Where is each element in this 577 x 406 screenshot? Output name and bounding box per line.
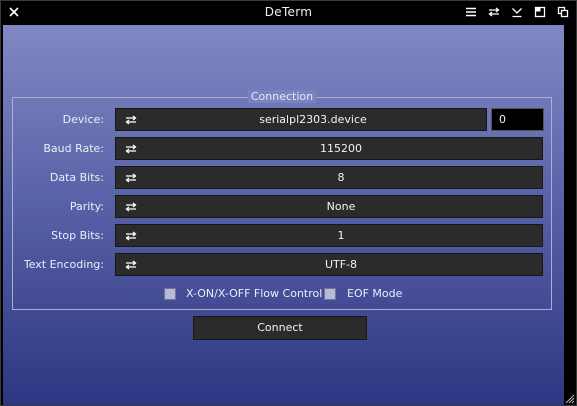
group-title: Connection xyxy=(247,90,317,103)
swap-icon xyxy=(125,144,137,154)
title-bar[interactable]: DeTerm xyxy=(1,1,576,24)
connect-button[interactable]: Connect xyxy=(193,316,367,340)
data-bits-label: Data Bits: xyxy=(49,171,104,184)
swap-icon xyxy=(125,260,137,270)
text-encoding-value: UTF-8 xyxy=(324,258,358,271)
eof-mode-label[interactable]: EOF Mode xyxy=(347,287,402,301)
device-select[interactable]: serialpl2303.device xyxy=(115,108,487,131)
xon-xoff-label[interactable]: X-ON/X-OFF Flow Control xyxy=(186,287,322,301)
xon-xoff-checkbox[interactable] xyxy=(164,288,176,300)
parity-value: None xyxy=(326,200,356,213)
stop-bits-value: 1 xyxy=(337,229,345,242)
stop-bits-label: Stop Bits: xyxy=(51,229,104,242)
swap-icon xyxy=(125,115,137,125)
main-panel: Connection Device: serialpl2303.device 0… xyxy=(3,25,564,405)
resize-grip-icon[interactable] xyxy=(564,393,575,404)
stop-bits-select[interactable]: 1 xyxy=(115,224,543,247)
text-encoding-select[interactable]: UTF-8 xyxy=(115,253,543,276)
text-encoding-label: Text Encoding: xyxy=(23,258,104,271)
data-bits-select[interactable]: 8 xyxy=(115,166,543,189)
swap-icon xyxy=(125,202,137,212)
swap-icon xyxy=(125,231,137,241)
app-window: DeTerm Connection Device: serialpl2303.d… xyxy=(0,0,577,406)
restore-icon[interactable] xyxy=(554,3,572,21)
right-edge xyxy=(564,25,576,405)
parity-select[interactable]: None xyxy=(115,195,543,218)
maximize-icon[interactable] xyxy=(531,3,549,21)
baud-rate-label: Baud Rate: xyxy=(43,142,104,155)
parity-label: Parity: xyxy=(69,200,104,213)
eof-mode-checkbox[interactable] xyxy=(324,288,336,300)
minimize-icon[interactable] xyxy=(508,3,526,21)
device-label: Device: xyxy=(62,113,104,126)
data-bits-value: 8 xyxy=(337,171,345,184)
baud-rate-select[interactable]: 115200 xyxy=(115,137,543,160)
device-value: serialpl2303.device xyxy=(259,113,367,126)
swap-icon[interactable] xyxy=(485,3,503,21)
device-unit-input[interactable]: 0 xyxy=(491,108,544,131)
menu-icon[interactable] xyxy=(462,3,480,21)
baud-rate-value: 115200 xyxy=(320,142,362,155)
swap-icon xyxy=(125,173,137,183)
